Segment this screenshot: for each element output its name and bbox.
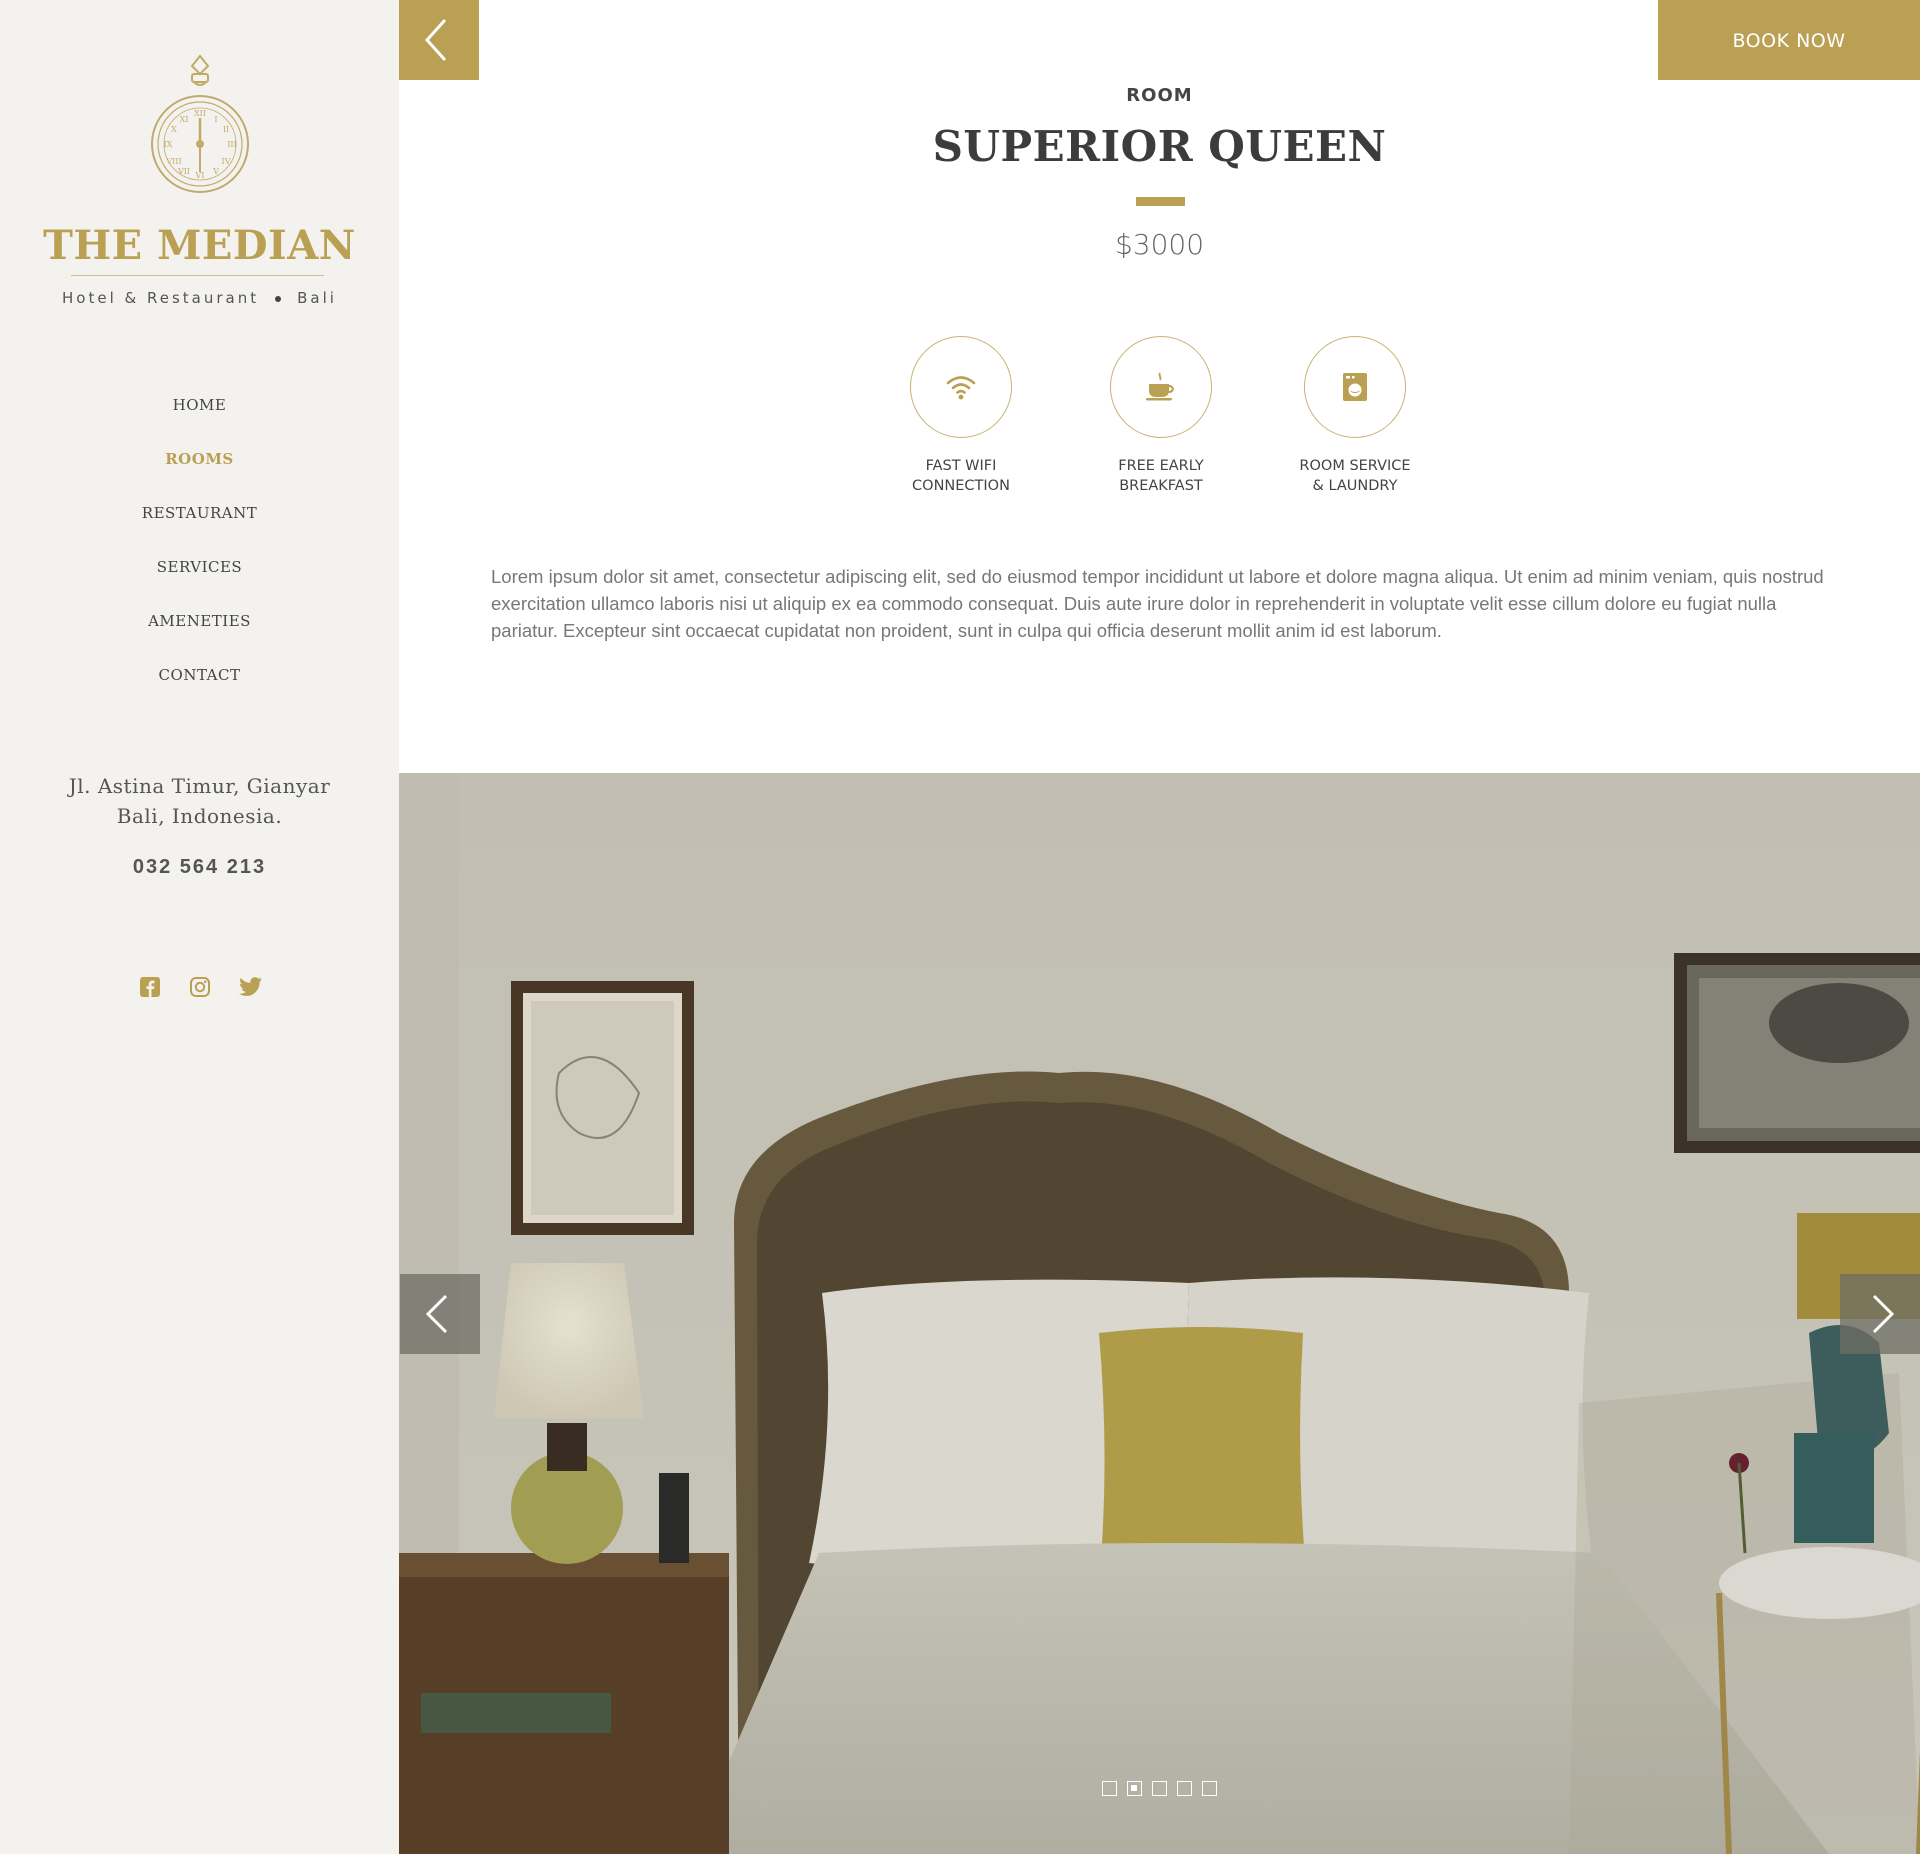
feature-breakfast: FREE EARLY BREAKFAST [1061,336,1261,496]
nav-item-contact[interactable]: CONTACT [0,663,399,717]
wifi-icon [946,376,976,400]
slider-prev-button[interactable] [400,1274,480,1354]
svg-text:VII: VII [177,167,190,176]
chevron-left-icon [425,1294,448,1334]
slider-dot[interactable] [1152,1781,1167,1796]
chevron-left-icon [424,18,447,62]
slider-next-button[interactable] [1840,1274,1920,1354]
feature-circle [910,336,1012,438]
bullet-dot-icon [275,295,282,302]
svg-text:VIII: VIII [165,157,181,166]
nav-item-ameneties[interactable]: AMENETIES [0,609,399,663]
svg-text:XI: XI [180,115,189,124]
feature-wifi: FAST WIFI CONNECTION [861,336,1061,496]
room-photo-slider[interactable] [399,773,1920,1854]
nav-item-services[interactable]: SERVICES [0,555,399,609]
pocket-watch-logo-icon[interactable]: XIIIII VIIX III IVV VIIVIII XXI [148,52,252,198]
nav-item-home[interactable]: HOME [0,393,399,447]
room-price: $3000 [1114,228,1205,261]
svg-text:V: V [212,167,219,176]
brand-tagline: Hotel & Restaurant Bali [0,289,399,307]
feature-circle [1110,336,1212,438]
svg-text:II: II [223,125,229,134]
address-line-2: Bali, Indonesia. [116,804,283,828]
book-now-button[interactable]: BOOK NOW [1658,0,1920,80]
brand-divider [71,275,324,276]
feature-circle [1304,336,1406,438]
sidebar: XII III VI IX I II IV V VII VIII X XI THE MEDI… [0,0,399,1854]
feature-laundry: ROOM SERVICE & LAUNDRY [1255,336,1455,496]
facebook-icon[interactable] [139,976,161,998]
slider-dot-active[interactable] [1127,1781,1142,1796]
svg-text:IV: IV [222,157,231,166]
address-line-1: Jl. Astina Timur, Gianyar [68,774,331,798]
svg-text:I: I [214,115,217,124]
feature-label: FAST WIFI CONNECTION [912,458,1010,494]
nav-item-rooms[interactable]: ROOMS [0,447,399,501]
slider-dot[interactable] [1102,1781,1117,1796]
chevron-right-icon [1872,1294,1895,1334]
svg-text:IX: IX [164,140,173,149]
slider-dots [399,1781,1920,1796]
slider-dot[interactable] [1177,1781,1192,1796]
back-button[interactable] [399,0,479,80]
tagline-left: Hotel & Restaurant [62,289,260,307]
room-title: SUPERIOR QUEEN [932,122,1387,171]
svg-text:X: X [171,125,177,134]
svg-text:III: III [227,140,236,149]
social-links [0,976,399,998]
svg-text:XII: XII [194,109,206,118]
svg-text:VI: VI [195,171,205,180]
instagram-icon[interactable] [189,976,211,998]
nav-item-restaurant[interactable]: RESTAURANT [0,501,399,555]
washing-machine-icon [1343,373,1367,401]
feature-label: FREE EARLY BREAKFAST [1118,458,1204,494]
coffee-cup-icon [1146,372,1174,401]
room-photo-image [399,773,1920,1854]
main-nav: HOME ROOMS RESTAURANT SERVICES AMENETIES… [0,393,399,717]
room-description: Lorem ipsum dolor sit amet, consectetur … [491,566,1824,641]
brand-name: THE MEDIAN [43,222,356,269]
room-kicker: ROOM [1126,85,1193,106]
feature-label: ROOM SERVICE & LAUNDRY [1299,458,1411,494]
address: Jl. Astina Timur, Gianyar Bali, Indonesi… [0,771,399,831]
slider-dot[interactable] [1202,1781,1217,1796]
tagline-right: Bali [297,289,337,307]
title-divider [1136,197,1185,206]
phone-number[interactable]: 032 564 213 [0,856,399,879]
twitter-icon[interactable] [238,976,262,998]
